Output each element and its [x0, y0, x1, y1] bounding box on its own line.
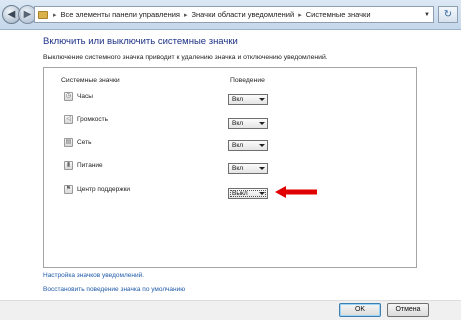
behavior-value-power: Вкл	[232, 165, 244, 172]
window-toolbar: ◀ ▶ ▸ Все элементы панели управления ▸ З…	[0, 0, 461, 30]
row-label-clock: Часы	[77, 93, 93, 100]
column-header-icons: Системные значки	[61, 77, 120, 84]
restore-default-behavior-link[interactable]: Восстановить поведение значка по умолчан…	[43, 286, 185, 293]
refresh-icon: ↻	[443, 9, 453, 20]
breadcrumb-all-items[interactable]: Все элементы панели управления	[60, 10, 181, 19]
red-arrow-icon	[275, 186, 317, 198]
behavior-select-action-center[interactable]: Выкл	[228, 188, 268, 199]
chevron-down-icon	[259, 144, 265, 147]
refresh-button[interactable]: ↻	[438, 6, 458, 23]
breadcrumb-notification-icons[interactable]: Значки области уведомлений	[190, 10, 295, 19]
row-label-power: Питание	[77, 162, 103, 169]
row-label-action-center: Центр поддержки	[77, 186, 131, 193]
behavior-select-power[interactable]: Вкл	[228, 163, 268, 174]
behavior-select-network[interactable]: Вкл	[228, 140, 268, 151]
system-icons-panel: Системные значки Поведение ◷ Часы Вкл ◁ …	[43, 67, 417, 268]
behavior-value-clock: Вкл	[232, 96, 244, 103]
customize-notification-icons-link[interactable]: Настройка значков уведомлений.	[43, 272, 144, 279]
breadcrumb-separator: ▸	[298, 11, 302, 19]
power-icon: ▮	[64, 161, 73, 170]
behavior-value-action-center: Выкл	[232, 190, 248, 197]
behavior-select-clock[interactable]: Вкл	[228, 94, 268, 105]
address-bar[interactable]: ▸ Все элементы панели управления ▸ Значк…	[34, 6, 434, 23]
row-label-network: Сеть	[77, 139, 92, 146]
column-header-behavior: Поведение	[230, 77, 265, 84]
chevron-down-icon	[259, 122, 265, 125]
chevron-down-icon	[259, 167, 265, 170]
behavior-value-volume: Вкл	[232, 120, 244, 127]
breadcrumb-separator: ▸	[183, 11, 188, 19]
volume-icon: ◁	[64, 115, 73, 124]
chevron-down-icon	[259, 98, 265, 101]
behavior-select-volume[interactable]: Вкл	[228, 118, 268, 129]
page-title: Включить или выключить системные значки	[43, 36, 238, 47]
breadcrumb-separator: ▸	[53, 11, 57, 19]
ok-button[interactable]: OK	[339, 303, 381, 317]
flag-icon: ⚑	[64, 185, 73, 194]
breadcrumb-system-icons[interactable]: Системные значки	[305, 10, 372, 19]
network-icon: ▤	[64, 138, 73, 147]
clock-icon: ◷	[64, 92, 73, 101]
row-label-volume: Громкость	[77, 116, 108, 123]
page-description: Выключение системного значка приводит к …	[43, 54, 328, 61]
forward-arrow-icon: ▶	[23, 9, 32, 20]
address-dropdown-icon[interactable]: ▼	[424, 12, 430, 18]
cancel-button[interactable]: Отмена	[387, 303, 429, 317]
chevron-down-icon	[259, 192, 265, 195]
behavior-value-network: Вкл	[232, 142, 244, 149]
back-arrow-icon: ◀	[7, 9, 16, 20]
control-panel-icon	[38, 10, 48, 19]
